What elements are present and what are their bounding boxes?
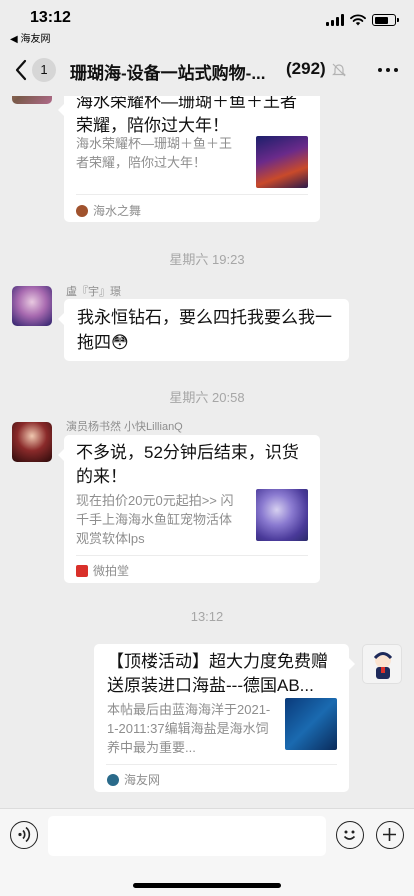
text-message[interactable]: 我永恒钻石，要么四托我要么我一拖四😳 [58, 299, 349, 361]
card-source-name: 海友网 [124, 773, 161, 787]
card-thumbnail [285, 698, 337, 750]
card-description: 本帖最后由蓝海海洋于2021-1-2011:37编辑海盐是海水饲养中最为重要..… [107, 702, 271, 755]
back-to-app-link[interactable]: ◀ 海友网 [10, 30, 50, 45]
wifi-icon [350, 14, 366, 26]
card-title: 【顶楼活动】超大力度免费赠送原装进口海盐---德国AB... [107, 652, 328, 695]
signal-icon [326, 14, 344, 26]
avatar[interactable] [12, 96, 52, 104]
more-icon[interactable] [378, 68, 398, 72]
sender-name: 盧『宇』璟 [66, 286, 121, 298]
message-list[interactable]: 海水荣耀杯—珊瑚＋鱼＋王者荣耀，陪你过大年！ 海水荣耀杯—珊瑚＋鱼＋王者荣耀，陪… [0, 96, 414, 808]
mute-bell-icon [332, 63, 346, 77]
avatar-illustration [373, 652, 393, 679]
timestamp: 星期六 20:58 [169, 390, 245, 405]
unread-count-badge[interactable]: 1 [32, 58, 56, 82]
battery-fill [374, 16, 388, 24]
battery-icon [372, 14, 399, 26]
voice-icon[interactable] [10, 821, 38, 849]
link-card-message[interactable]: 【顶楼活动】超大力度免费赠送原装进口海盐---德国AB... 本帖最后由蓝海海洋… [94, 644, 355, 792]
card-source: 海水之舞 [76, 202, 141, 219]
avatar[interactable] [12, 422, 52, 462]
card-divider [76, 555, 308, 556]
timestamp: 13:12 [190, 609, 224, 624]
message-text: 我永恒钻石，要么四托我要么我一拖四😳 [77, 308, 332, 352]
card-thumbnail [256, 489, 308, 541]
card-source: 微拍堂 [76, 562, 129, 579]
back-arrow-icon[interactable] [14, 59, 28, 81]
card-description: 海水荣耀杯—珊瑚＋鱼＋王者荣耀，陪你过大年！ [76, 136, 233, 170]
emoji-face [343, 830, 356, 840]
chat-header: 1 珊瑚海-设备一站式购物-... (292) [0, 44, 414, 96]
source-logo-icon [76, 204, 88, 217]
status-bar: 13:12 ◀ 海友网 [0, 0, 414, 45]
source-logo-icon [76, 564, 88, 577]
plus-cross [383, 828, 396, 841]
card-divider [76, 194, 308, 195]
member-count: (292) [286, 59, 326, 78]
source-logo-icon [107, 773, 119, 786]
home-indicator[interactable] [133, 883, 281, 888]
card-source-name: 海水之舞 [93, 204, 142, 218]
message-input[interactable] [48, 816, 326, 856]
plus-icon[interactable] [376, 821, 404, 849]
card-title: 不多说，52分钟后结束，识货的来！ [76, 443, 299, 486]
link-card-message[interactable]: 不多说，52分钟后结束，识货的来！ 现在拍价20元0元起拍>> 闪千手上海海水鱼… [58, 435, 320, 583]
status-time: 13:12 [30, 9, 71, 26]
status-icons [326, 14, 399, 26]
card-source-name: 微拍堂 [93, 564, 130, 578]
avatar[interactable] [12, 286, 52, 326]
emoji-icon[interactable] [336, 821, 364, 849]
card-description: 现在拍价20元0元起拍>> 闪千手上海海水鱼缸宠物活体观赏软体lps [76, 493, 234, 546]
my-avatar[interactable] [362, 644, 402, 684]
card-source: 海友网 [107, 771, 160, 788]
card-divider [106, 764, 337, 765]
voice-waves [18, 826, 31, 843]
link-card-message[interactable]: 海水荣耀杯—珊瑚＋鱼＋王者荣耀，陪你过大年！ 海水荣耀杯—珊瑚＋鱼＋王者荣耀，陪… [58, 96, 320, 222]
sender-name: 演员杨书然 小快LillianQ [66, 421, 183, 433]
card-thumbnail [256, 136, 308, 188]
card-title: 海水荣耀杯—珊瑚＋鱼＋王者荣耀，陪你过大年！ [76, 96, 297, 135]
timestamp: 星期六 19:23 [169, 252, 245, 267]
